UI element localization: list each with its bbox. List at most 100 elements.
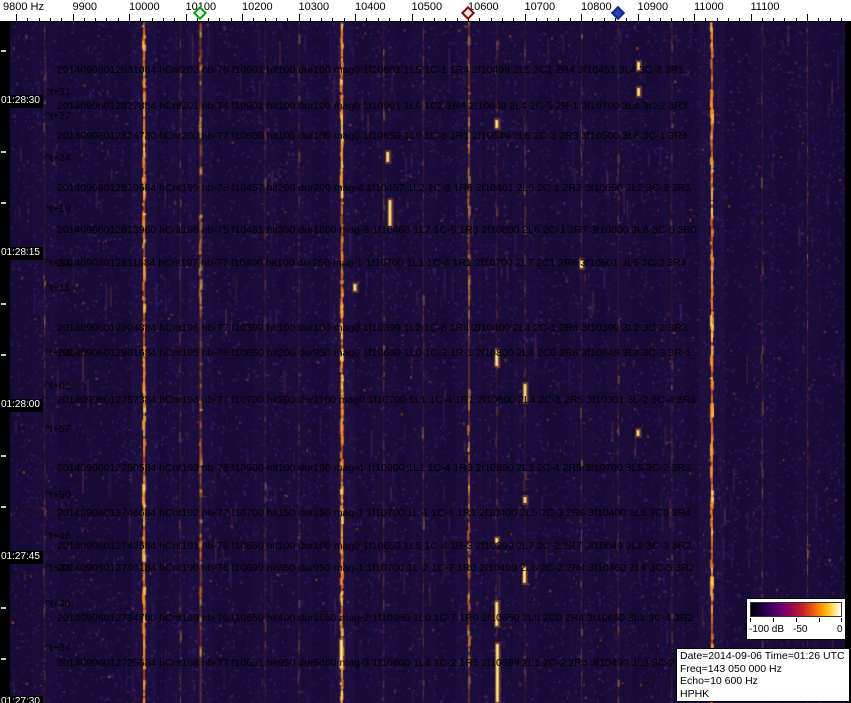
freq-axis-tick (840, 18, 842, 22)
freq-axis-tick (140, 18, 142, 22)
freq-axis-tick (355, 14, 356, 22)
freq-axis-tick (400, 18, 402, 22)
freq-axis-label: 9800 Hz (3, 1, 44, 13)
echo-record-row: 20140906012831084 hCnt202 nb-76 f10901 h… (57, 64, 685, 76)
freq-axis-tick (592, 18, 594, 22)
echo-record-row: 20140906012813980 hCnt198 nb-75 f10461 h… (57, 224, 697, 236)
echo-record-row: 20140906012734780 hCnt189 nb-76 f10650 h… (57, 612, 694, 624)
freq-axis-tick (129, 14, 130, 22)
colorbar-max-label: 0 (837, 624, 843, 635)
freq-axis-label: 9900 (72, 1, 97, 13)
freq-axis-tick (671, 18, 673, 22)
freq-axis-tick (456, 18, 458, 22)
freq-axis-label: 10800 (581, 1, 612, 13)
freq-axis-label: 10400 (355, 1, 386, 13)
echo-record-row: 20140906012750584 hCnt193 nb-78 f10900 h… (57, 462, 691, 474)
echo-time-marker: ^t+11 (45, 282, 70, 294)
freq-axis-tick (422, 18, 424, 22)
freq-axis-tick (151, 18, 153, 22)
freq-axis-tick (705, 18, 707, 22)
echo-record-row: 20140906012801684 hCnt195 nb-78 f10650 h… (57, 347, 691, 359)
freq-axis-tick (784, 18, 786, 22)
colorbar-min-label: -100 dB (749, 624, 785, 635)
info-station-id: HPHK (680, 687, 710, 700)
freq-axis-tick (185, 14, 187, 22)
info-echo-freq: Echo=10 600 Hz (680, 675, 758, 687)
colorbar-mid-label: -50 (793, 624, 808, 635)
time-axis-tick (1, 151, 6, 153)
freq-axis-tick (61, 18, 63, 22)
colorbar-gradient (750, 602, 842, 617)
freq-axis-tick (818, 18, 820, 22)
freq-axis-tick (716, 18, 718, 22)
freq-axis-label: 10500 (411, 1, 443, 13)
freq-axis-tick (569, 18, 571, 22)
echo-time-marker: ^t+31 (45, 86, 71, 98)
freq-axis-tick (648, 18, 650, 22)
freq-axis-tick (807, 14, 808, 22)
freq-axis-tick (388, 18, 390, 22)
frequency-axis: 9800 Hz990010000101001020010300104001050… (0, 0, 851, 22)
time-axis-tick (1, 50, 6, 52)
echo-record-row: 20140906012811684 hCnt197 nb-77 f10800 h… (57, 257, 687, 269)
freq-axis-tick (83, 18, 85, 22)
colorbar-tick (750, 618, 751, 622)
colorbar-tick (796, 618, 797, 622)
freq-axis-tick (117, 18, 119, 22)
freq-axis-tick (558, 18, 560, 22)
echo-record-row: 20140906012757384 hCnt194 nb-77 f10700 h… (57, 394, 697, 406)
freq-axis-label: 10700 (524, 1, 556, 13)
freq-axis-tick (829, 18, 831, 22)
echo-time-marker: ^t+01 (45, 380, 71, 392)
echo-record-row: 20140906012824780 hCnt200 nb-77 f10650 h… (57, 130, 688, 142)
time-axis-label: 01:28:15 (0, 247, 43, 260)
freq-axis-tick (27, 18, 29, 22)
freq-axis-tick (727, 18, 729, 22)
time-axis-tick (1, 658, 6, 660)
echo-time-marker: ^t+50 (45, 489, 71, 501)
echo-record-row: 20140906012740184 hCnt190 nb-76 f10699 h… (57, 562, 695, 574)
echo-time-marker: ^t+04 (45, 347, 71, 359)
freq-axis-tick (264, 18, 266, 22)
echo-time-marker: ^t+34 (45, 642, 71, 654)
spectrogram-screen: 9800 Hz990010000101001020010300104001050… (0, 0, 851, 703)
time-axis-label: 01:27:45 (0, 551, 43, 564)
freq-axis-tick (761, 18, 763, 22)
echo-record-row: 20140906012804884 hCnt196 nb-77 f10399 h… (57, 322, 688, 334)
freq-axis-tick (106, 18, 108, 22)
echo-time-marker: ^t+27 (45, 110, 71, 122)
blue-freq-marker[interactable] (610, 5, 625, 21)
freq-axis-tick (750, 14, 752, 22)
time-axis-tick (1, 202, 6, 204)
freq-axis-tick (162, 18, 164, 22)
freq-axis-tick (208, 18, 210, 22)
colorbar-tick (819, 618, 820, 622)
echo-time-marker: ^t+46 (45, 530, 71, 542)
echo-time-marker: ^t+24 (45, 152, 71, 164)
freq-axis-tick (377, 18, 379, 22)
time-axis-label: 01:28:00 (0, 399, 43, 412)
freq-axis-tick (16, 14, 17, 22)
freq-axis-tick (547, 18, 549, 22)
freq-axis-tick (174, 18, 176, 22)
freq-axis-tick (773, 18, 775, 22)
time-axis-tick (1, 506, 6, 508)
echo-record-row: 20140906012827884 hCnt201 nb-74 f10901 h… (57, 100, 688, 112)
info-panel: Date=2014-09-06 Time=01:26 UTC Freq=143 … (676, 648, 850, 702)
freq-axis-tick (242, 14, 243, 22)
freq-axis-label: 10000 (129, 1, 160, 13)
freq-axis-tick (332, 18, 334, 22)
freq-axis-label: 11100 (750, 1, 780, 13)
freq-axis-tick (490, 18, 492, 22)
freq-axis-tick (637, 14, 639, 22)
freq-axis-label: 10200 (242, 1, 273, 13)
freq-axis-tick (524, 14, 526, 22)
freq-axis-tick (38, 18, 40, 22)
freq-axis-tick (309, 18, 311, 22)
colorbar-tick (841, 618, 842, 622)
echo-record-row: 20140906012743684 hCnt191 nb-76 f10650 h… (57, 540, 691, 552)
freq-axis-tick (626, 18, 628, 22)
freq-axis-tick (434, 18, 436, 22)
time-axis-label: 01:27:30 (0, 696, 43, 703)
freq-axis-tick (230, 18, 232, 22)
